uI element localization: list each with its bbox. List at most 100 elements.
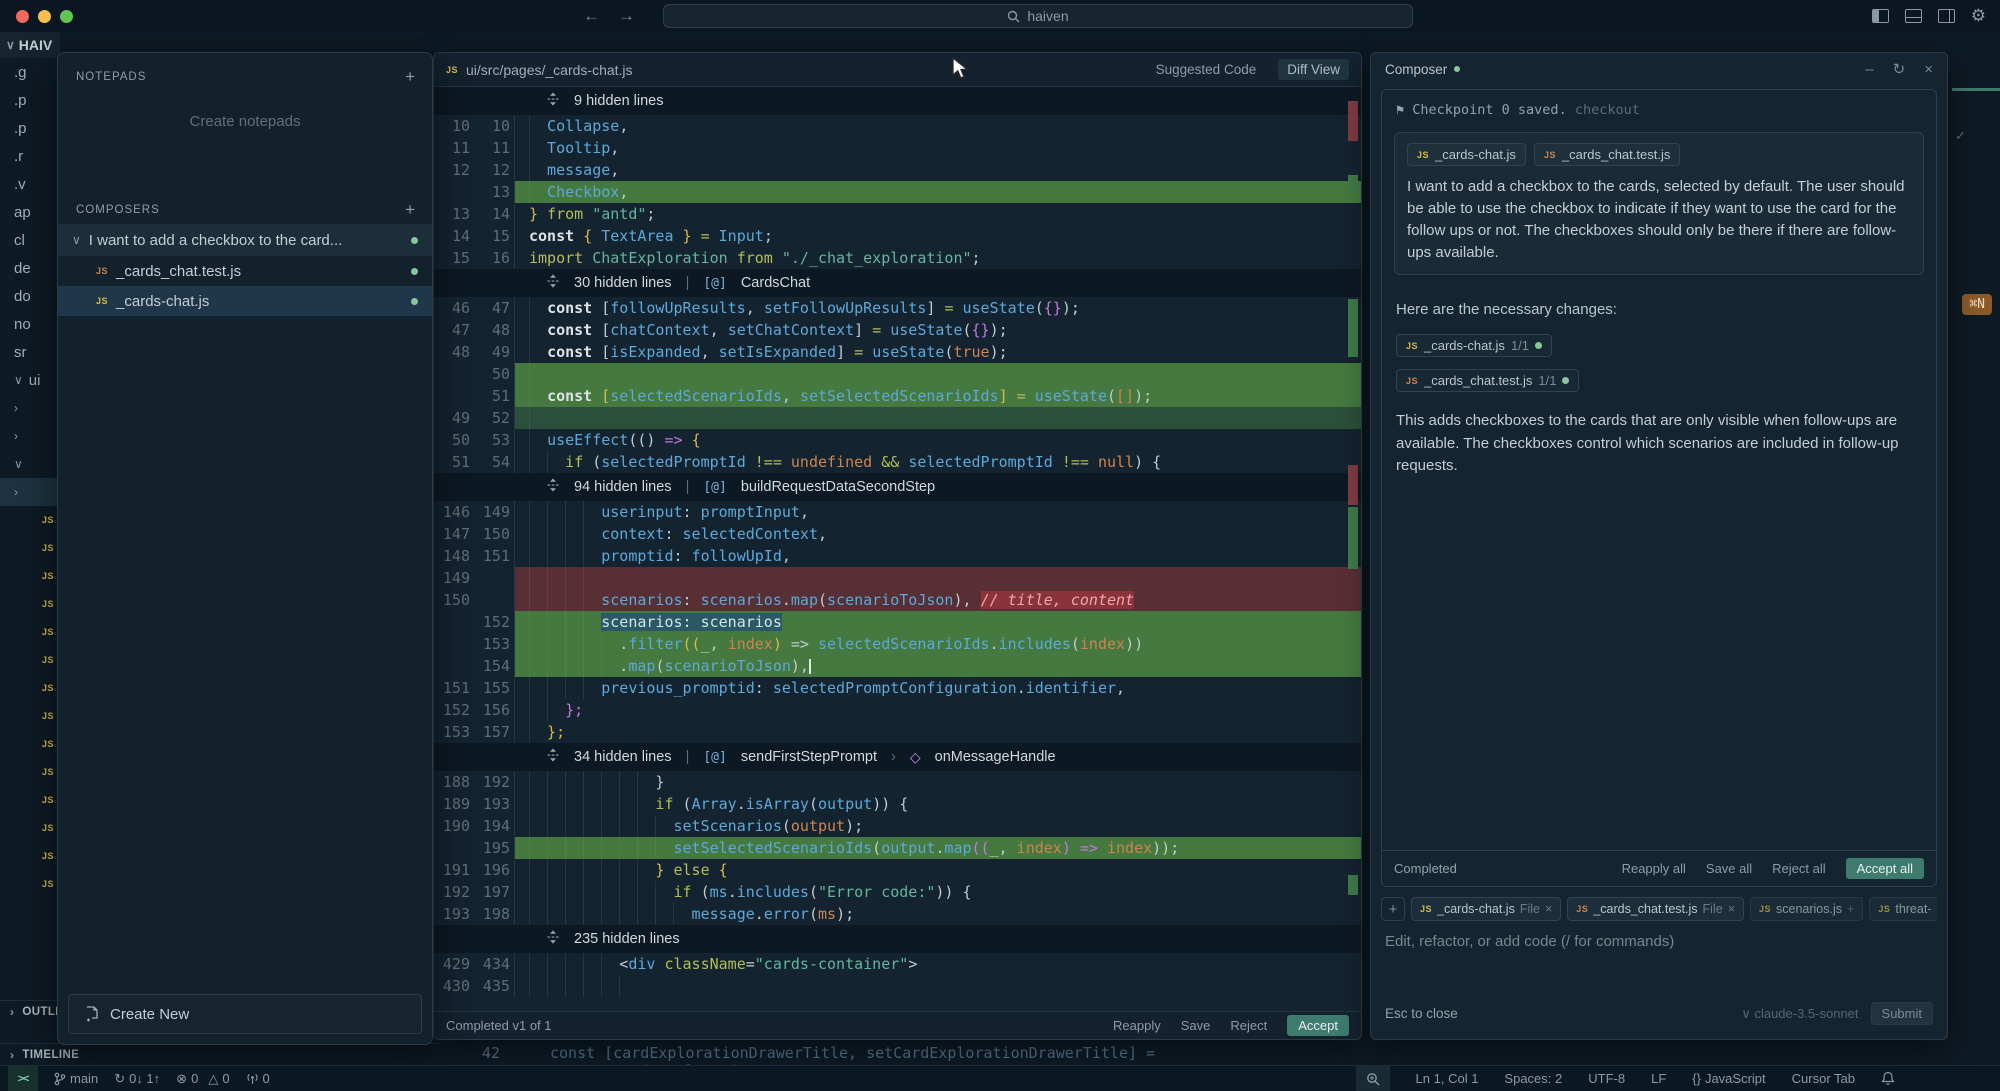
toggle-right-sidebar-icon[interactable] — [1938, 9, 1955, 23]
hidden-lines-band[interactable]: 9 hidden lines — [434, 87, 1361, 115]
close-icon[interactable]: × — [1924, 62, 1933, 77]
sync-status[interactable]: ↻ 0↓ 1↑ — [114, 1071, 160, 1087]
chevron-down-icon: ∨ — [6, 38, 15, 52]
maximize-traffic-light[interactable] — [60, 10, 73, 23]
composer-panel: Composer – ↻ × ⚑ Checkpoint 0 saved. che… — [1370, 52, 1948, 1040]
change-file-chip[interactable]: JS _cards_chat.test.js 1/1 — [1396, 369, 1579, 392]
create-new-button[interactable]: Create New — [68, 994, 422, 1034]
tree-item[interactable]: cl — [0, 226, 60, 254]
forward-arrow-icon[interactable]: → — [618, 6, 635, 26]
cursor-tab-indicator[interactable]: Cursor Tab — [1792, 1071, 1855, 1086]
add-composer-button[interactable]: + — [405, 200, 416, 220]
composer-list-item[interactable]: ∨ I want to add a checkbox to the card..… — [58, 224, 432, 256]
gear-icon[interactable]: ⚙ — [1971, 7, 1986, 24]
toggle-left-sidebar-icon[interactable] — [1872, 9, 1889, 23]
context-pill[interactable]: JS_cards_chat.test.jsFile× — [1567, 897, 1744, 921]
overview-ruler[interactable] — [1348, 87, 1358, 1011]
tree-item[interactable]: .g — [0, 58, 60, 86]
tree-item[interactable]: › — [0, 422, 60, 450]
add-context-button[interactable]: + — [1381, 897, 1405, 921]
tree-item[interactable]: .v — [0, 170, 60, 198]
composer-file-item[interactable]: JS _cards_chat.test.js — [58, 256, 432, 286]
save-button[interactable]: Save — [1181, 1018, 1211, 1033]
save-all-button[interactable]: Save all — [1706, 861, 1752, 876]
reject-all-button[interactable]: Reject all — [1772, 861, 1825, 876]
line-col-indicator[interactable]: Ln 1, Col 1 — [1416, 1071, 1479, 1086]
submit-button[interactable]: Submit — [1871, 1002, 1933, 1025]
reapply-button[interactable]: Reapply — [1113, 1018, 1161, 1033]
search-value: haiven — [1027, 8, 1068, 24]
timeline-section[interactable]: › TIMELINE — [0, 1043, 440, 1066]
minimize-icon[interactable]: – — [1865, 62, 1873, 77]
language-indicator[interactable]: {} JavaScript — [1692, 1071, 1765, 1086]
context-pill[interactable]: JSthreat- — [1869, 897, 1937, 921]
tree-item[interactable]: › — [0, 478, 60, 506]
bell-icon[interactable] — [1881, 1071, 1895, 1086]
tree-item[interactable]: JS — [0, 618, 60, 646]
close-icon[interactable]: × — [1545, 902, 1552, 916]
remote-indicator[interactable]: >< — [8, 1066, 38, 1091]
tree-item[interactable]: sr — [0, 338, 60, 366]
eol-indicator[interactable]: LF — [1651, 1071, 1666, 1086]
accept-button[interactable]: Accept — [1287, 1015, 1349, 1036]
tree-item[interactable]: JS — [0, 534, 60, 562]
tree-item[interactable]: JS — [0, 758, 60, 786]
toggle-bottom-panel-icon[interactable] — [1905, 9, 1922, 23]
file-tree-root[interactable]: ∨ HAIV — [0, 32, 60, 58]
tree-item[interactable]: JS — [0, 590, 60, 618]
window-search-input[interactable]: haiven — [663, 4, 1413, 28]
spaces-indicator[interactable]: Spaces: 2 — [1504, 1071, 1562, 1086]
file-chip[interactable]: JS_cards-chat.js — [1407, 143, 1526, 166]
tree-item[interactable]: .p — [0, 86, 60, 114]
tree-item[interactable]: de — [0, 254, 60, 282]
file-chip[interactable]: JS_cards_chat.test.js — [1534, 143, 1680, 166]
context-pill[interactable]: JS_cards-chat.jsFile× — [1411, 897, 1561, 921]
tree-item[interactable]: JS — [0, 870, 60, 898]
hidden-lines-band[interactable]: 30 hidden lines|[@]CardsChat — [434, 269, 1361, 297]
reload-icon[interactable]: ↻ — [1893, 62, 1906, 77]
tree-item[interactable]: .p — [0, 114, 60, 142]
hidden-lines-band[interactable]: 94 hidden lines|[@]buildRequestDataSecon… — [434, 473, 1361, 501]
assistant-summary: This adds checkboxes to the cards that a… — [1396, 410, 1922, 478]
tree-item[interactable]: ∨ui — [0, 366, 60, 394]
model-selector[interactable]: ∨ claude-3.5-sonnet — [1741, 1006, 1858, 1022]
tree-item[interactable]: JS — [0, 646, 60, 674]
tree-item[interactable]: JS — [0, 674, 60, 702]
diff-row: 1516import ChatExploration from "./_chat… — [434, 247, 1361, 269]
tree-item[interactable]: JS — [0, 842, 60, 870]
tree-item[interactable]: JS — [0, 786, 60, 814]
add-notepad-button[interactable]: + — [405, 67, 416, 87]
tree-item[interactable]: .r — [0, 142, 60, 170]
tree-item[interactable]: ∨ — [0, 450, 60, 478]
problems-indicator[interactable]: ⊗0 △0 — [176, 1071, 229, 1087]
feedback-indicator[interactable]: 0 — [246, 1071, 270, 1086]
tree-item[interactable]: JS — [0, 730, 60, 758]
tree-item[interactable]: no — [0, 310, 60, 338]
hidden-lines-band[interactable]: 34 hidden lines|[@]sendFirstStepPrompt›◇… — [434, 743, 1361, 771]
tree-item[interactable]: JS — [0, 814, 60, 842]
hidden-lines-band[interactable]: 235 hidden lines — [434, 925, 1361, 953]
composer-file-item-selected[interactable]: JS _cards-chat.js — [58, 286, 432, 316]
checkout-link[interactable]: checkout — [1575, 102, 1640, 118]
tree-item[interactable]: JS — [0, 702, 60, 730]
change-file-chip[interactable]: JS _cards-chat.js 1/1 — [1396, 334, 1552, 357]
accept-all-button[interactable]: Accept all — [1846, 858, 1924, 879]
git-branch[interactable]: main — [54, 1071, 98, 1086]
back-arrow-icon[interactable]: ← — [583, 6, 600, 26]
composer-input[interactable]: Edit, refactor, or add code (/ for comma… — [1385, 933, 1933, 950]
reject-button[interactable]: Reject — [1230, 1018, 1267, 1033]
encoding-indicator[interactable]: UTF-8 — [1588, 1071, 1625, 1086]
diff-view-button[interactable]: Diff View — [1278, 59, 1349, 80]
tree-item[interactable]: › — [0, 394, 60, 422]
minimize-traffic-light[interactable] — [38, 10, 51, 23]
tree-item[interactable]: ap — [0, 198, 60, 226]
tree-item[interactable]: do — [0, 282, 60, 310]
close-traffic-light[interactable] — [16, 10, 29, 23]
suggested-code-button[interactable]: Suggested Code — [1156, 62, 1257, 77]
zoom-indicator[interactable] — [1356, 1066, 1390, 1091]
reapply-all-button[interactable]: Reapply all — [1622, 861, 1686, 876]
tree-item[interactable]: JS — [0, 506, 60, 534]
context-pill[interactable]: JSscenarios.js+ — [1750, 897, 1863, 921]
close-icon[interactable]: × — [1728, 902, 1735, 916]
tree-item[interactable]: JS — [0, 562, 60, 590]
